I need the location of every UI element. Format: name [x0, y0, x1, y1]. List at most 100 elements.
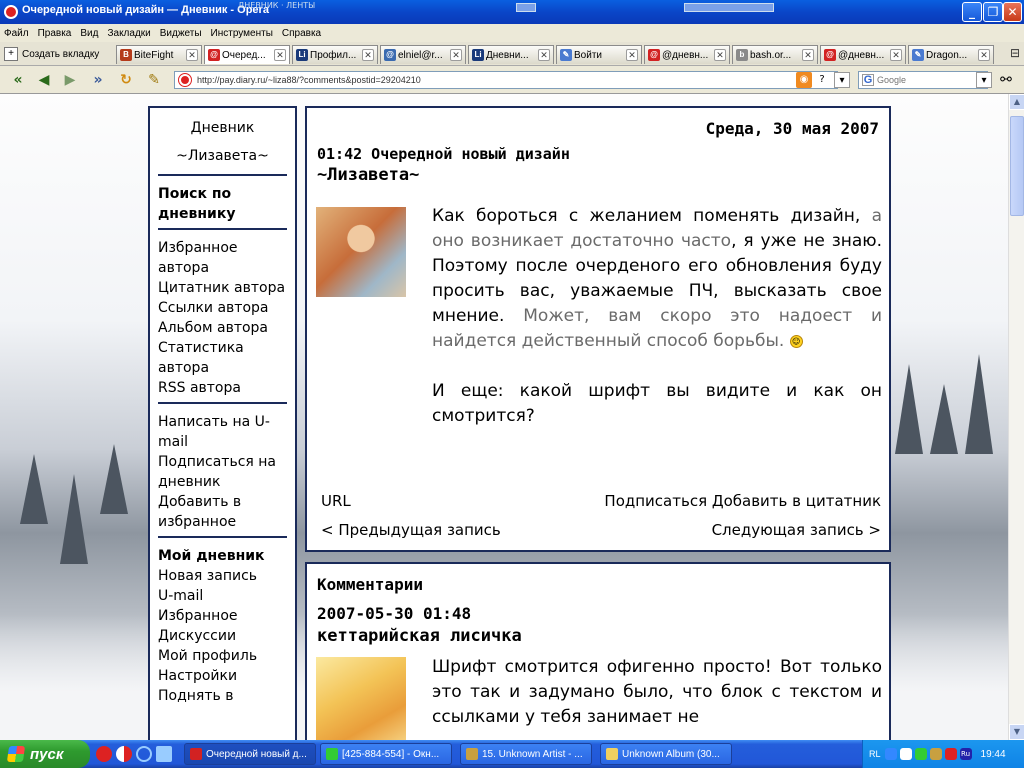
taskbar-item[interactable]: Очередной новый д...	[184, 743, 316, 765]
menu-edit[interactable]: Правка	[38, 28, 72, 39]
dropdown-icon[interactable]: ▾	[834, 72, 850, 88]
back-icon[interactable]: ◀	[34, 72, 54, 88]
author-rss-link[interactable]: RSS автора	[158, 378, 287, 398]
maximize-button[interactable]: ❐	[983, 2, 1003, 22]
blog-owner[interactable]: ~Лизавета~	[158, 142, 287, 170]
tab-close-icon[interactable]: ✕	[802, 49, 814, 61]
discussions-link[interactable]: Дискуссии	[158, 626, 287, 646]
close-button[interactable]: ✕	[1003, 2, 1022, 22]
rewind-icon[interactable]: «	[8, 72, 28, 88]
search-quicklaunch-icon[interactable]	[136, 746, 152, 762]
browser-tab[interactable]: @ Очеред... ✕	[204, 45, 290, 64]
browser-tab[interactable]: ✎ Войти ✕	[556, 45, 642, 64]
tab-favicon-icon: @	[824, 49, 836, 61]
media-icon[interactable]	[929, 748, 942, 760]
author-album-link[interactable]: Альбом автора	[158, 318, 287, 338]
previous-post-link[interactable]: < Предыдущая запись	[321, 521, 501, 539]
author-avatar[interactable]	[316, 207, 406, 297]
tab-close-icon[interactable]: ✕	[362, 49, 374, 61]
reload-icon[interactable]: ↻	[116, 72, 136, 88]
rss-icon[interactable]: ◉	[796, 72, 812, 88]
network-icon[interactable]	[884, 748, 897, 760]
menu-file[interactable]: Файл	[4, 28, 29, 39]
browser-tab[interactable]: ✎ Dragon... ✕	[908, 45, 994, 64]
taskbar-item-label: Unknown Album (30...	[622, 748, 720, 760]
menu-view[interactable]: Вид	[80, 28, 98, 39]
taskbar-item-icon	[326, 748, 338, 760]
commenter-avatar[interactable]	[316, 657, 406, 740]
browser-tab[interactable]: @ elniel@r... ✕	[380, 45, 466, 64]
opera-quicklaunch-icon[interactable]	[96, 746, 112, 762]
search-input[interactable]	[877, 75, 972, 85]
browser-tab[interactable]: Li Профил... ✕	[292, 45, 378, 64]
icq-icon[interactable]	[914, 748, 927, 760]
author-stats-link[interactable]: Статистика автора	[158, 338, 287, 378]
tab-close-icon[interactable]: ✕	[274, 49, 286, 61]
browser-tab[interactable]: @ @дневн... ✕	[644, 45, 730, 64]
menu-widgets[interactable]: Виджеты	[160, 28, 202, 39]
address-field[interactable]: http://pay.diary.ru/~liza88/?comments&po…	[174, 71, 838, 89]
keyboard-ru-icon[interactable]: Ru	[959, 748, 972, 760]
forward-icon[interactable]: ▶	[60, 72, 80, 88]
tab-close-icon[interactable]: ✕	[626, 49, 638, 61]
my-profile-link[interactable]: Мой профиль	[158, 646, 287, 666]
subscribe-link[interactable]: Подписаться	[604, 492, 707, 510]
taskbar-item[interactable]: 15. Unknown Artist - ...	[460, 743, 592, 765]
tab-close-icon[interactable]: ✕	[450, 49, 462, 61]
subscribe-diary-link[interactable]: Подписаться на дневник	[158, 452, 287, 492]
browser-tab[interactable]: B BiteFight ✕	[116, 45, 202, 64]
tab-close-icon[interactable]: ✕	[538, 49, 550, 61]
url-text: http://pay.diary.ru/~liza88/?comments&po…	[197, 75, 421, 85]
menu-tools[interactable]: Инструменты	[211, 28, 273, 39]
my-diary-link[interactable]: Мой дневник	[158, 546, 287, 566]
scroll-thumb[interactable]	[1010, 116, 1024, 216]
wand-icon[interactable]: ✎	[144, 72, 164, 88]
write-umail-link[interactable]: Написать на U-mail	[158, 412, 287, 452]
post-author[interactable]: ~Лизавета~	[317, 164, 879, 186]
scroll-down-icon[interactable]: ▼	[1009, 724, 1024, 740]
add-favorites-link[interactable]: Добавить в избранное	[158, 492, 287, 532]
background-tree	[20, 454, 48, 524]
language-indicator[interactable]: RL	[869, 749, 881, 759]
author-links-link[interactable]: Ссылки автора	[158, 298, 287, 318]
page-viewport: Дневник ~Лизавета~ Поиск по дневнику Изб…	[0, 94, 1008, 740]
browser-tab[interactable]: b bash.or... ✕	[732, 45, 818, 64]
add-to-quotes-link[interactable]: Добавить в цитатник	[712, 492, 881, 510]
search-dropdown-icon[interactable]: ▾	[976, 72, 992, 88]
tab-close-icon[interactable]: ✕	[714, 49, 726, 61]
menu-help[interactable]: Справка	[282, 28, 321, 39]
fast-forward-icon[interactable]: »	[88, 72, 108, 88]
author-quotes-link[interactable]: Цитатник автора	[158, 278, 287, 298]
page-scrollbar[interactable]: ▲ ▼	[1008, 94, 1024, 740]
menu-bookmarks[interactable]: Закладки	[107, 28, 150, 39]
start-button[interactable]: пуск	[0, 740, 90, 768]
umail-link[interactable]: U-mail	[158, 586, 287, 606]
new-post-link[interactable]: Новая запись	[158, 566, 287, 586]
tab-close-icon[interactable]: ✕	[186, 49, 198, 61]
taskbar-item[interactable]: [425-884-554] - Окн...	[320, 743, 452, 765]
clock-tray-icon[interactable]	[899, 748, 912, 760]
show-desktop-icon[interactable]	[156, 746, 172, 762]
post-url-link[interactable]: URL	[321, 492, 351, 510]
minimize-button[interactable]: _	[962, 2, 982, 22]
raise-link[interactable]: Поднять в	[158, 686, 287, 706]
scroll-up-icon[interactable]: ▲	[1009, 94, 1024, 110]
tab-close-icon[interactable]: ✕	[890, 49, 902, 61]
glasses-icon[interactable]: ⚯	[998, 72, 1014, 88]
comment-author[interactable]: кеттарийская лисичка	[317, 625, 879, 647]
tab-list-icon[interactable]: ⊟	[1010, 46, 1020, 60]
tab-close-icon[interactable]: ✕	[978, 49, 990, 61]
favorites-link[interactable]: Избранное	[158, 606, 287, 626]
author-favorites-link[interactable]: Избранное автора	[158, 238, 287, 278]
help-icon[interactable]: ?	[814, 72, 830, 88]
diary-search-link[interactable]: Поиск по дневнику	[158, 184, 287, 224]
search-field[interactable]: G	[858, 71, 988, 89]
browser-tab[interactable]: @ @дневн... ✕	[820, 45, 906, 64]
new-tab-button[interactable]: + Создать вкладку	[4, 45, 99, 63]
taskbar-item[interactable]: Unknown Album (30...	[600, 743, 732, 765]
browser-tab[interactable]: Li Дневни... ✕	[468, 45, 554, 64]
lifebuoy-icon[interactable]	[116, 746, 132, 762]
antivirus-icon[interactable]	[944, 748, 957, 760]
settings-link[interactable]: Настройки	[158, 666, 287, 686]
next-post-link[interactable]: Следующая запись >	[712, 521, 881, 539]
